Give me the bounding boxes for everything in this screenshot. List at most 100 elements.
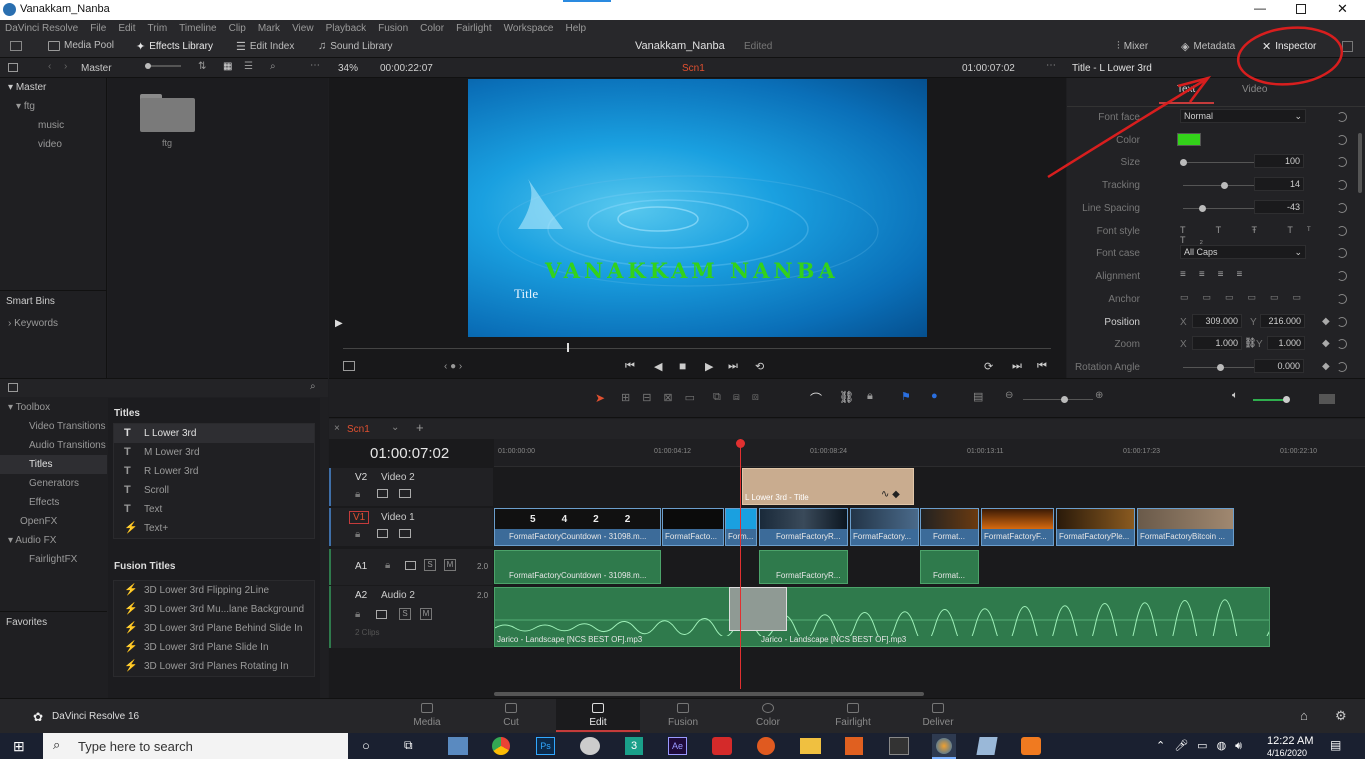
rotation-field[interactable]: 0.000 [1254,359,1304,373]
menu-item[interactable]: Playback [326,23,367,34]
auto-select-icon[interactable] [377,529,388,538]
timeline-tab[interactable]: Scn1 [347,424,370,435]
v1-clip[interactable]: Form... [725,508,757,546]
reset-icon[interactable] [1337,226,1347,236]
menu-item[interactable]: Help [565,23,586,34]
bin-ftg[interactable]: ▾ ftg [0,97,106,116]
solo-button[interactable]: S [399,608,411,620]
media-pool-button[interactable]: Media Pool [48,40,114,51]
mute-button[interactable]: M [444,559,456,571]
menu-item[interactable]: Mark [258,23,280,34]
lock-icon[interactable]: 🔒︎ [355,489,360,500]
windows-start-icon[interactable]: ⊞ [13,738,25,755]
auto-select-icon[interactable] [377,489,388,498]
nav-forward-icon[interactable]: › [64,61,67,72]
v1-clip[interactable]: FormatFactoryBitcoin ... [1137,508,1234,546]
insert-tools-icons[interactable]: ⧉⧈⧇ [713,391,771,404]
menu-item[interactable]: Fusion [378,23,408,34]
reset-icon[interactable] [1337,317,1347,327]
app-icon[interactable] [580,737,600,755]
viewer-side-arrow-icon[interactable]: ▶ [335,318,343,329]
font-case-dropdown[interactable]: All Caps ⌄ [1180,245,1306,259]
toolbox-node[interactable]: ▾ Toolbox [0,398,107,417]
titles-node[interactable]: Titles [0,455,107,474]
tracking-slider[interactable] [1183,182,1258,189]
page-media[interactable]: Media [397,703,457,728]
a2-clip[interactable]: Jarico - Landscape [NCS BEST OF].mp3 Jar… [494,587,1270,647]
keyframe-icon[interactable]: ◆ [1322,338,1330,349]
timeline-ruler[interactable]: 01:00:00:00 01:00:04:12 01:00:08:24 01:0… [494,439,1365,467]
clock-time[interactable]: 12:22 AM [1267,735,1313,747]
task-view-icon[interactable]: ⧉ [404,738,413,753]
font-style-icons[interactable]: T T Ŧ Tᵀ T₂ [1180,225,1355,245]
sort-icon[interactable]: ⇅ [198,61,206,72]
track-enable-icon[interactable] [399,529,411,538]
fusion-title-item[interactable]: ⚡ 3D Lower 3rd Planes Rotating In [114,657,314,676]
rotation-slider[interactable] [1183,364,1258,371]
flag-icon[interactable]: ⚑ [901,390,911,403]
grid-view-icon[interactable]: ▦ [223,61,232,72]
thumbnail-size-slider[interactable] [145,63,181,69]
title-item[interactable]: ⚡ Text+ [114,519,314,538]
playhead-handle[interactable] [736,439,745,448]
auto-select-icon[interactable] [405,561,416,570]
reset-icon[interactable] [1337,339,1347,349]
layout-icon[interactable] [10,41,22,51]
page-fairlight[interactable]: Fairlight [823,703,883,728]
reset-icon[interactable] [1337,362,1347,372]
home-icon[interactable]: ⌂ [1300,708,1308,723]
menu-item[interactable]: Edit [118,23,135,34]
menu-item[interactable]: Trim [148,23,168,34]
list-view-icon[interactable]: ☰ [244,61,253,72]
app-icon[interactable] [757,737,775,755]
fusion-title-item[interactable]: ⚡ 3D Lower 3rd Plane Behind Slide In [114,619,314,638]
reset-icon[interactable] [1337,203,1347,213]
mute-button[interactable]: M [420,608,432,620]
page-fusion[interactable]: Fusion [653,703,713,728]
fusion-title-item[interactable]: ⚡ 3D Lower 3rd Plane Slide In [114,638,314,657]
timeline-timecode[interactable]: 01:00:07:02 [370,445,449,462]
anchor-icons[interactable]: ▭▭▭▭▭▭ [1180,292,1315,303]
v1-clip[interactable]: 5 4 2 2 FormatFactoryCountdown - 31098.m... [494,508,661,546]
title-clip[interactable]: L Lower 3rd - Title ∿ ◆ [742,468,914,505]
bin-music[interactable]: music [0,116,106,135]
v1-clip[interactable]: Format... [920,508,979,546]
line-spacing-field[interactable]: -43 [1254,200,1304,214]
menu-item[interactable]: File [90,23,106,34]
add-tab-icon[interactable]: + [416,420,424,435]
menu-item[interactable]: View [292,23,314,34]
timeline-zoom-slider[interactable] [1023,396,1093,403]
davinci-taskbar-item[interactable] [932,734,956,759]
fairlightfx-node[interactable]: FairlightFX [0,550,107,569]
clapper-icon[interactable] [889,737,909,755]
loop-icon[interactable]: ⟲ [755,360,764,373]
link-icon[interactable]: ⛓ [839,390,854,404]
effects-node[interactable]: Effects [0,493,107,512]
play-icon[interactable]: ▶ [705,360,713,373]
close-tab-icon[interactable]: × [334,423,340,434]
page-deliver[interactable]: Deliver [908,703,968,728]
search-icon[interactable]: ⌕ [270,61,276,72]
scrubber-bar[interactable] [343,348,1051,349]
zoom-y-field[interactable]: 1.000 [1267,336,1305,350]
folder-icon[interactable] [140,94,195,132]
app-icon[interactable] [448,737,468,755]
position-y-field[interactable]: 216.000 [1260,314,1305,328]
fusion-title-item[interactable]: ⚡ 3D Lower 3rd Flipping 2Line [114,581,314,600]
page-edit[interactable]: Edit [556,699,640,732]
menu-item[interactable]: Workspace [504,23,554,34]
timeline-playhead[interactable] [740,439,741,689]
audio-fx-node[interactable]: ▾ Audio FX [0,531,107,550]
a1-clip[interactable]: Format... [920,550,979,584]
alignment-icons[interactable]: ≡≡≡≡ [1180,269,1255,280]
v1-clip[interactable]: FormatFactoryF... [981,508,1054,546]
close-icon[interactable]: ✕ [1337,1,1348,17]
after-effects-icon[interactable]: Ae [668,737,687,755]
a1-clip[interactable]: FormatFactoryCountdown - 31098.m... [494,550,661,584]
prev-edit-icon[interactable]: ⏮ [1037,360,1047,373]
track-id[interactable]: V1 [349,511,370,524]
reset-icon[interactable] [1337,248,1347,258]
dim-button[interactable] [1319,394,1335,404]
app-icon[interactable] [976,737,998,755]
audio-transition[interactable] [729,587,787,631]
